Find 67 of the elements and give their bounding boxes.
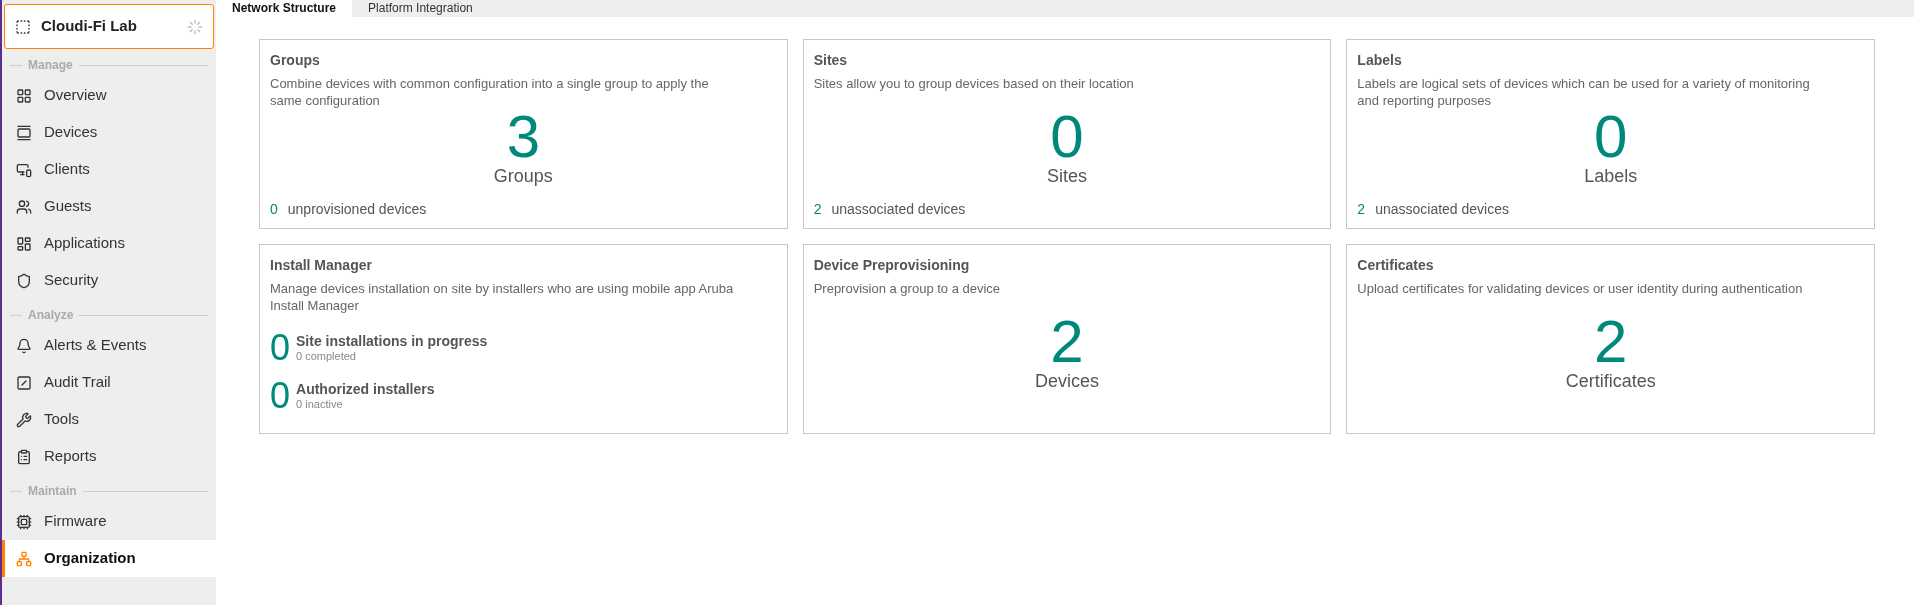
- nav-item[interactable]: Firmware: [2, 503, 216, 540]
- footer-label: unassociated devices: [1375, 200, 1509, 219]
- nav-item[interactable]: Applications: [2, 225, 216, 262]
- loading-spinner-icon: [187, 18, 203, 35]
- org-name: Cloudi-Fi Lab: [41, 16, 138, 37]
- org-icon: [15, 18, 31, 35]
- bell-icon: [16, 337, 32, 354]
- footer-label: unassociated devices: [831, 200, 966, 219]
- section-heading: Analyze: [28, 307, 74, 324]
- count-value: 2: [1050, 314, 1084, 370]
- card-title: Groups: [270, 51, 321, 70]
- audit-icon: [16, 374, 32, 391]
- count-unit: Sites: [1046, 165, 1087, 187]
- monitor-icon: [16, 161, 32, 178]
- wrench-icon: [16, 411, 32, 428]
- card-description: Manage devices installation on site by installers who are using mobile app Aruba Install Manager: [270, 280, 735, 314]
- count-unit: Certificates: [1565, 370, 1656, 392]
- count-value: 0: [1593, 109, 1628, 165]
- nav-item[interactable]: Devices: [2, 114, 216, 151]
- card-title: Labels: [1357, 51, 1403, 70]
- count-value: 3: [506, 109, 540, 165]
- count-value: 2: [1593, 314, 1628, 370]
- stat-label: Site installations in progress: [296, 333, 488, 349]
- card-title: Install Manager: [270, 256, 373, 275]
- nav-item[interactable]: Audit Trail: [2, 364, 216, 401]
- card-description: Preprovision a group to a device: [813, 280, 1002, 298]
- stat-label: Authorized installers: [296, 381, 435, 397]
- chip-icon: [16, 513, 32, 530]
- card-description: Upload certificates for validating devices or user identity during authentication: [1357, 280, 1804, 298]
- tab[interactable]: Network Structure: [216, 0, 353, 17]
- section-heading: Manage: [28, 57, 73, 74]
- section-heading: Maintain: [28, 483, 77, 500]
- stat-value: 0: [270, 376, 291, 416]
- stat-sub: 0 completed: [296, 349, 357, 363]
- apps-icon: [16, 235, 32, 252]
- stat-value: 0: [270, 328, 291, 368]
- nav-item[interactable]: Overview: [2, 77, 216, 114]
- nav-item[interactable]: Alerts & Events: [2, 327, 216, 364]
- nav-item[interactable]: Reports: [2, 438, 216, 475]
- nav-item[interactable]: Security: [2, 262, 216, 299]
- footer-count-link[interactable]: 0: [270, 199, 278, 220]
- count-unit: Labels: [1584, 165, 1638, 187]
- stat-sub: 0 inactive: [296, 397, 344, 411]
- nav-item[interactable]: Tools: [2, 401, 216, 438]
- card-description: Labels are logical sets of devices which can be used for a variety of monitoring and reporting purposes: [1357, 75, 1811, 109]
- card-description: Combine devices with common configuration into a single group to apply the same configuration: [270, 75, 710, 109]
- footer-count-link[interactable]: 2: [813, 199, 822, 220]
- nav-item[interactable]: Organization: [2, 540, 216, 577]
- tab[interactable]: Platform Integration: [352, 0, 489, 17]
- grid-icon: [16, 87, 32, 104]
- card-description: Sites allow you to group devices based on their location: [813, 75, 1135, 93]
- count-unit: Devices: [1034, 370, 1099, 392]
- footer-label: unprovisioned devices: [287, 200, 427, 219]
- users-icon: [16, 198, 32, 215]
- hierarchy-icon: [16, 550, 32, 567]
- count-value: 0: [1050, 109, 1084, 165]
- card-title: Sites: [813, 51, 849, 70]
- org-selector[interactable]: Cloudi-Fi Lab: [4, 4, 214, 49]
- nav-item[interactable]: Clients: [2, 151, 216, 188]
- count-unit: Groups: [493, 165, 553, 187]
- footer-count-link[interactable]: 2: [1357, 199, 1366, 220]
- card-title: Device Preprovisioning: [813, 256, 971, 275]
- nav-item[interactable]: Guests: [2, 188, 216, 225]
- card-title: Certificates: [1357, 256, 1435, 275]
- shield-icon: [16, 272, 32, 289]
- devices-icon: [16, 124, 32, 141]
- clipboard-icon: [16, 448, 32, 465]
